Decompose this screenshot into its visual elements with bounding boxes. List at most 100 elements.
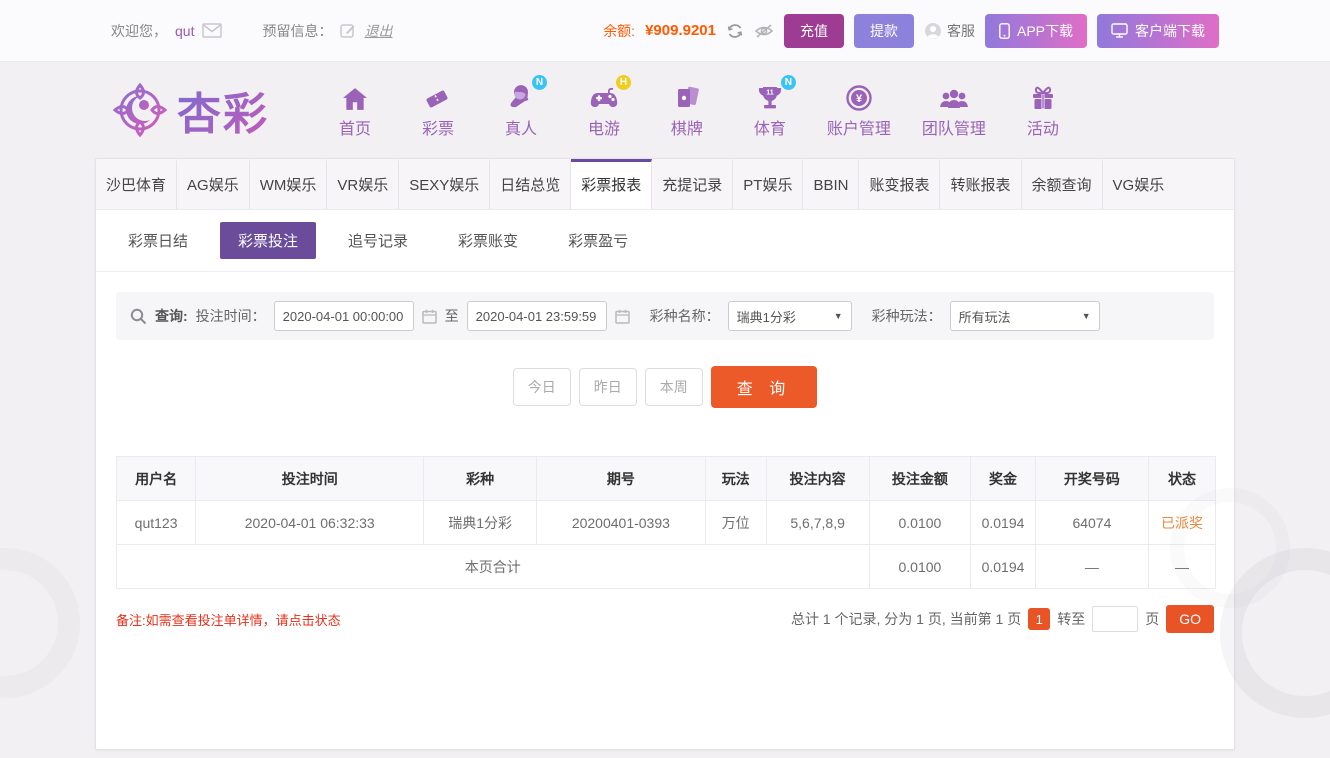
col-prize: 奖金 — [970, 456, 1036, 501]
subtab-lottery-daily[interactable]: 彩票日结 — [110, 222, 206, 259]
tab-deposit-withdraw-records[interactable]: 充提记录 — [652, 159, 734, 209]
bet-time-label: 投注时间： — [195, 308, 266, 324]
play-type-label: 彩种玩法： — [871, 308, 942, 324]
balance-label: 余额: — [603, 22, 636, 39]
time-from-input[interactable] — [273, 301, 414, 331]
balance-value: ¥909.9201 — [645, 22, 716, 39]
recharge-button[interactable]: 充值 — [783, 13, 844, 48]
site-header: 杏彩 首页 彩票 N 真人 H 电游 棋牌 11 N 体育 ¥ 账户管理 团队管… — [95, 62, 1235, 158]
query-form: 查询: 投注时间： 至 彩种名称： 瑞典1分彩 ▼ 彩种玩法： 所有玩法 ▼ — [116, 292, 1214, 340]
tab-pt[interactable]: PT娱乐 — [733, 159, 804, 209]
logo-emblem-icon — [112, 82, 168, 138]
col-play: 玩法 — [704, 456, 767, 501]
nav-item-lottery[interactable]: 彩票 — [412, 81, 464, 139]
cell-status-link[interactable]: 已派奖 — [1148, 500, 1216, 545]
calendar-icon[interactable] — [421, 309, 437, 324]
nav-item-home[interactable]: 首页 — [329, 81, 381, 139]
tab-vr[interactable]: VR娱乐 — [327, 159, 400, 209]
nav-label: 账户管理 — [826, 121, 891, 138]
tab-sexy[interactable]: SEXY娱乐 — [399, 159, 491, 209]
cell-draw-number: 64074 — [1034, 500, 1150, 545]
cell-play: 万位 — [704, 500, 767, 545]
subtab-chase-records[interactable]: 追号记录 — [330, 222, 426, 259]
subtab-lottery-profit-loss[interactable]: 彩票盈亏 — [550, 222, 646, 259]
nav-label: 体育 — [753, 121, 786, 138]
query-label: 查询: — [155, 308, 188, 324]
subtab-bar: 彩票日结 彩票投注 追号记录 彩票账变 彩票盈亏 — [96, 210, 1234, 272]
report-tabbar: 沙巴体育 AG娱乐 WM娱乐 VR娱乐 SEXY娱乐 日结总览 彩票报表 充提记… — [96, 159, 1234, 210]
play-type-select[interactable]: 所有玩法 ▼ — [949, 301, 1100, 331]
tab-transfer-report[interactable]: 转账报表 — [940, 159, 1022, 209]
withdraw-button[interactable]: 提款 — [853, 13, 914, 48]
goto-page-input[interactable] — [1092, 606, 1139, 632]
service-avatar-icon — [924, 22, 941, 39]
time-to-input[interactable] — [466, 301, 607, 331]
nav-item-account[interactable]: ¥ 账户管理 — [827, 81, 891, 139]
watermark-swirl — [0, 548, 80, 698]
svg-text:11: 11 — [766, 90, 774, 97]
coin-icon: ¥ — [846, 81, 872, 111]
edit-icon[interactable] — [340, 23, 356, 39]
site-logo[interactable]: 杏彩 — [111, 78, 269, 142]
nav-item-cards[interactable]: 棋牌 — [661, 81, 713, 139]
search-button[interactable]: 查 询 — [710, 366, 818, 408]
nav-label: 棋牌 — [670, 121, 703, 138]
play-type-value: 所有玩法 — [958, 309, 1011, 325]
lottery-name-value: 瑞典1分彩 — [736, 309, 796, 325]
hot-badge: H — [615, 75, 631, 90]
nav-item-sports[interactable]: 11 N 体育 — [744, 75, 796, 139]
tab-shaba-sports[interactable]: 沙巴体育 — [96, 159, 178, 209]
tab-ag[interactable]: AG娱乐 — [177, 159, 250, 209]
today-button[interactable]: 今日 — [512, 368, 571, 406]
app-download-button[interactable]: APP下载 — [984, 13, 1087, 48]
note-text: 备注:如需查看投注单详情，请点击状态 — [116, 612, 341, 628]
nav-item-team[interactable]: 团队管理 — [922, 81, 986, 139]
monitor-icon — [1111, 23, 1128, 38]
nav-item-egames[interactable]: H 电游 — [578, 75, 631, 139]
cell-username: qut123 — [115, 500, 197, 545]
client-download-button[interactable]: 客户端下载 — [1097, 13, 1219, 48]
nav-item-promotions[interactable]: 活动 — [1017, 81, 1069, 139]
subtab-lottery-bets[interactable]: 彩票投注 — [220, 222, 317, 259]
mail-icon[interactable] — [202, 23, 223, 38]
main-nav: 首页 彩票 N 真人 H 电游 棋牌 11 N 体育 ¥ 账户管理 团队管理 活… — [329, 75, 1219, 139]
lottery-name-select[interactable]: 瑞典1分彩 ▼ — [727, 301, 852, 331]
logo-text: 杏彩 — [177, 78, 269, 142]
refresh-icon[interactable] — [726, 22, 744, 40]
total-label: 本页合计 — [116, 544, 870, 589]
team-icon — [939, 81, 969, 111]
eye-hide-icon[interactable] — [754, 23, 774, 39]
tab-bbin[interactable]: BBIN — [803, 159, 860, 209]
ticket-icon — [424, 81, 451, 111]
tab-lottery-report[interactable]: 彩票报表 — [571, 159, 653, 209]
tab-wm[interactable]: WM娱乐 — [250, 159, 328, 209]
trophy-icon: 11 N — [756, 75, 796, 111]
subtab-lottery-account-change[interactable]: 彩票账变 — [440, 222, 536, 259]
go-button[interactable]: GO — [1166, 605, 1214, 633]
nav-label: 活动 — [1026, 121, 1059, 138]
cell-prize: 0.0194 — [970, 500, 1036, 545]
tab-account-change-report[interactable]: 账变报表 — [859, 159, 941, 209]
tab-daily-overview[interactable]: 日结总览 — [490, 159, 572, 209]
nav-item-live[interactable]: N 真人 — [495, 75, 547, 139]
username: qut — [175, 22, 195, 39]
col-status: 状态 — [1148, 456, 1216, 501]
gamepad-icon: H — [589, 75, 631, 111]
tab-balance-query[interactable]: 余额查询 — [1022, 159, 1103, 209]
calendar-icon[interactable] — [614, 309, 630, 324]
tab-vg[interactable]: VG娱乐 — [1103, 159, 1175, 209]
table-header-row: 用户名 投注时间 彩种 期号 玩法 投注内容 投注金额 奖金 开奖号码 状态 — [115, 456, 1216, 501]
yesterday-button[interactable]: 昨日 — [578, 368, 637, 406]
topbar: 欢迎您， qut 预留信息： 退出 余额: ¥909.9201 充值 提款 客服… — [0, 0, 1330, 62]
cell-issue: 20200401-0393 — [536, 500, 706, 545]
cell-bet-time: 2020-04-01 06:32:33 — [195, 500, 425, 545]
cell-bet-amount: 0.0100 — [868, 500, 972, 545]
phone-icon — [999, 22, 1010, 39]
customer-service-link[interactable]: 客服 — [924, 21, 975, 41]
goto-label: 转至 — [1057, 611, 1086, 627]
total-bet-amount: 0.0100 — [868, 544, 972, 589]
current-page-button[interactable]: 1 — [1028, 608, 1051, 630]
this-week-button[interactable]: 本周 — [644, 368, 703, 406]
col-bet-content: 投注内容 — [765, 456, 870, 501]
logout-link[interactable]: 退出 — [364, 21, 392, 41]
